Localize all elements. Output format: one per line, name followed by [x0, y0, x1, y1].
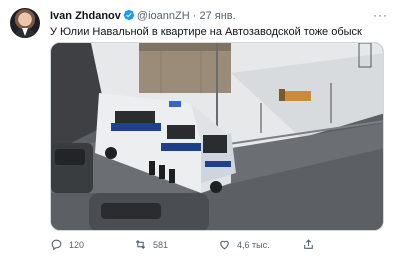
- reply-icon: [51, 239, 62, 251]
- tweet[interactable]: Ivan Zhdanov @ioannZH · 27 янв. ··· У Юли…: [0, 0, 400, 264]
- author-handle[interactable]: @ioannZH: [137, 10, 190, 22]
- like-count: 4,6 тыс.: [237, 239, 270, 250]
- reply-count: 120: [69, 239, 85, 250]
- tweet-media-video[interactable]: [50, 42, 384, 231]
- retweet-action[interactable]: 581: [134, 238, 168, 251]
- tweet-header: Ivan Zhdanov @ioannZH · 27 янв.: [50, 9, 236, 25]
- verified-badge-icon: [123, 9, 135, 25]
- author-avatar[interactable]: [10, 8, 40, 38]
- more-options-icon[interactable]: ···: [373, 8, 388, 22]
- retweet-icon: [135, 239, 146, 250]
- tweet-text: У Юлии Навальной в квартире на Автозавод…: [50, 26, 362, 38]
- reply-action[interactable]: 120: [50, 238, 84, 251]
- share-icon: [304, 239, 313, 249]
- like-action[interactable]: 4,6 тыс.: [218, 238, 270, 251]
- share-action[interactable]: [302, 238, 321, 251]
- tweet-actions: 120 581 4,6 тыс.: [50, 238, 384, 254]
- video-frame-image: [51, 43, 383, 230]
- tweet-date[interactable]: 27 янв.: [199, 10, 235, 22]
- author-name[interactable]: Ivan Zhdanov: [50, 10, 121, 22]
- retweet-count: 581: [153, 239, 169, 250]
- heart-icon: [220, 240, 229, 250]
- separator-dot: ·: [192, 10, 197, 22]
